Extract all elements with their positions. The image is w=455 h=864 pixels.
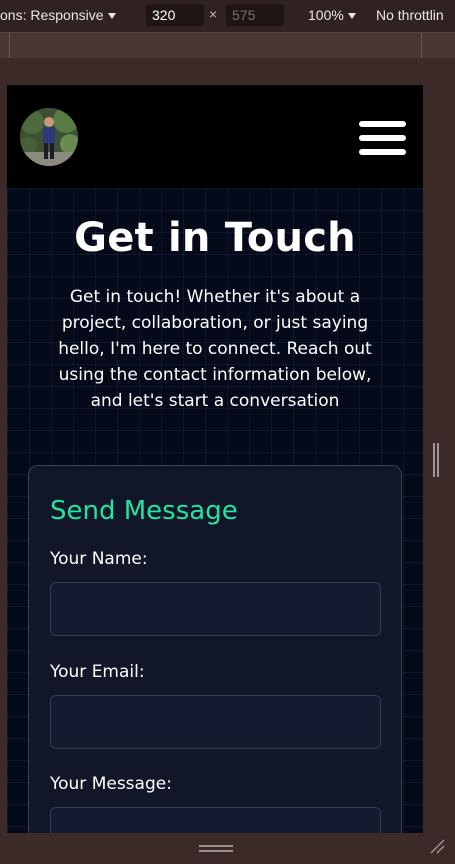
media-query-bar xyxy=(0,32,455,59)
corner-resize-icon[interactable] xyxy=(428,837,446,855)
grip-line xyxy=(437,443,439,477)
chevron-down-icon xyxy=(107,13,116,20)
name-field[interactable] xyxy=(50,582,381,636)
grip-line xyxy=(433,443,435,477)
form-title: Send Message xyxy=(50,496,238,526)
throttling-select[interactable]: No throttlin xyxy=(376,7,444,23)
message-label: Your Message: xyxy=(50,774,172,794)
avatar[interactable] xyxy=(20,108,78,166)
bottom-resize-handle[interactable] xyxy=(199,845,233,853)
times-symbol: × xyxy=(209,6,218,22)
message-field[interactable] xyxy=(50,807,381,833)
grip-line xyxy=(199,850,233,852)
contact-form-card: Send Message Your Name: Your Email: Your… xyxy=(28,465,402,833)
page-viewport: Get in Touch Get in touch! Whether it's … xyxy=(7,85,423,833)
intro-text: Get in touch! Whether it's about a proje… xyxy=(58,287,372,411)
dimensions-label: ons: Responsive xyxy=(0,7,104,23)
navbar xyxy=(7,85,423,188)
email-field[interactable] xyxy=(50,695,381,749)
hamburger-menu-icon[interactable] xyxy=(359,121,406,155)
zoom-select[interactable]: 100% xyxy=(308,7,356,23)
zoom-label: 100% xyxy=(308,7,344,23)
ruler-tick xyxy=(421,33,422,59)
email-label: Your Email: xyxy=(50,662,145,682)
bottom-resize-bar xyxy=(0,833,455,864)
menu-bar xyxy=(359,149,406,155)
width-input[interactable]: 320 xyxy=(146,4,204,26)
menu-bar xyxy=(359,135,406,141)
avatar-image xyxy=(20,108,78,166)
height-input[interactable]: 575 xyxy=(226,4,284,26)
grip-line xyxy=(199,845,233,847)
menu-bar xyxy=(359,121,406,127)
devtools-toolbar: ons: Responsive 320 × 575 100% No thrott… xyxy=(0,0,455,32)
ruler-tick xyxy=(9,33,10,59)
dimensions-select[interactable]: ons: Responsive xyxy=(0,7,116,23)
chevron-down-icon xyxy=(347,13,356,20)
page-title: Get in Touch xyxy=(74,215,356,261)
name-label: Your Name: xyxy=(50,549,148,569)
side-resize-handle[interactable] xyxy=(433,443,439,477)
